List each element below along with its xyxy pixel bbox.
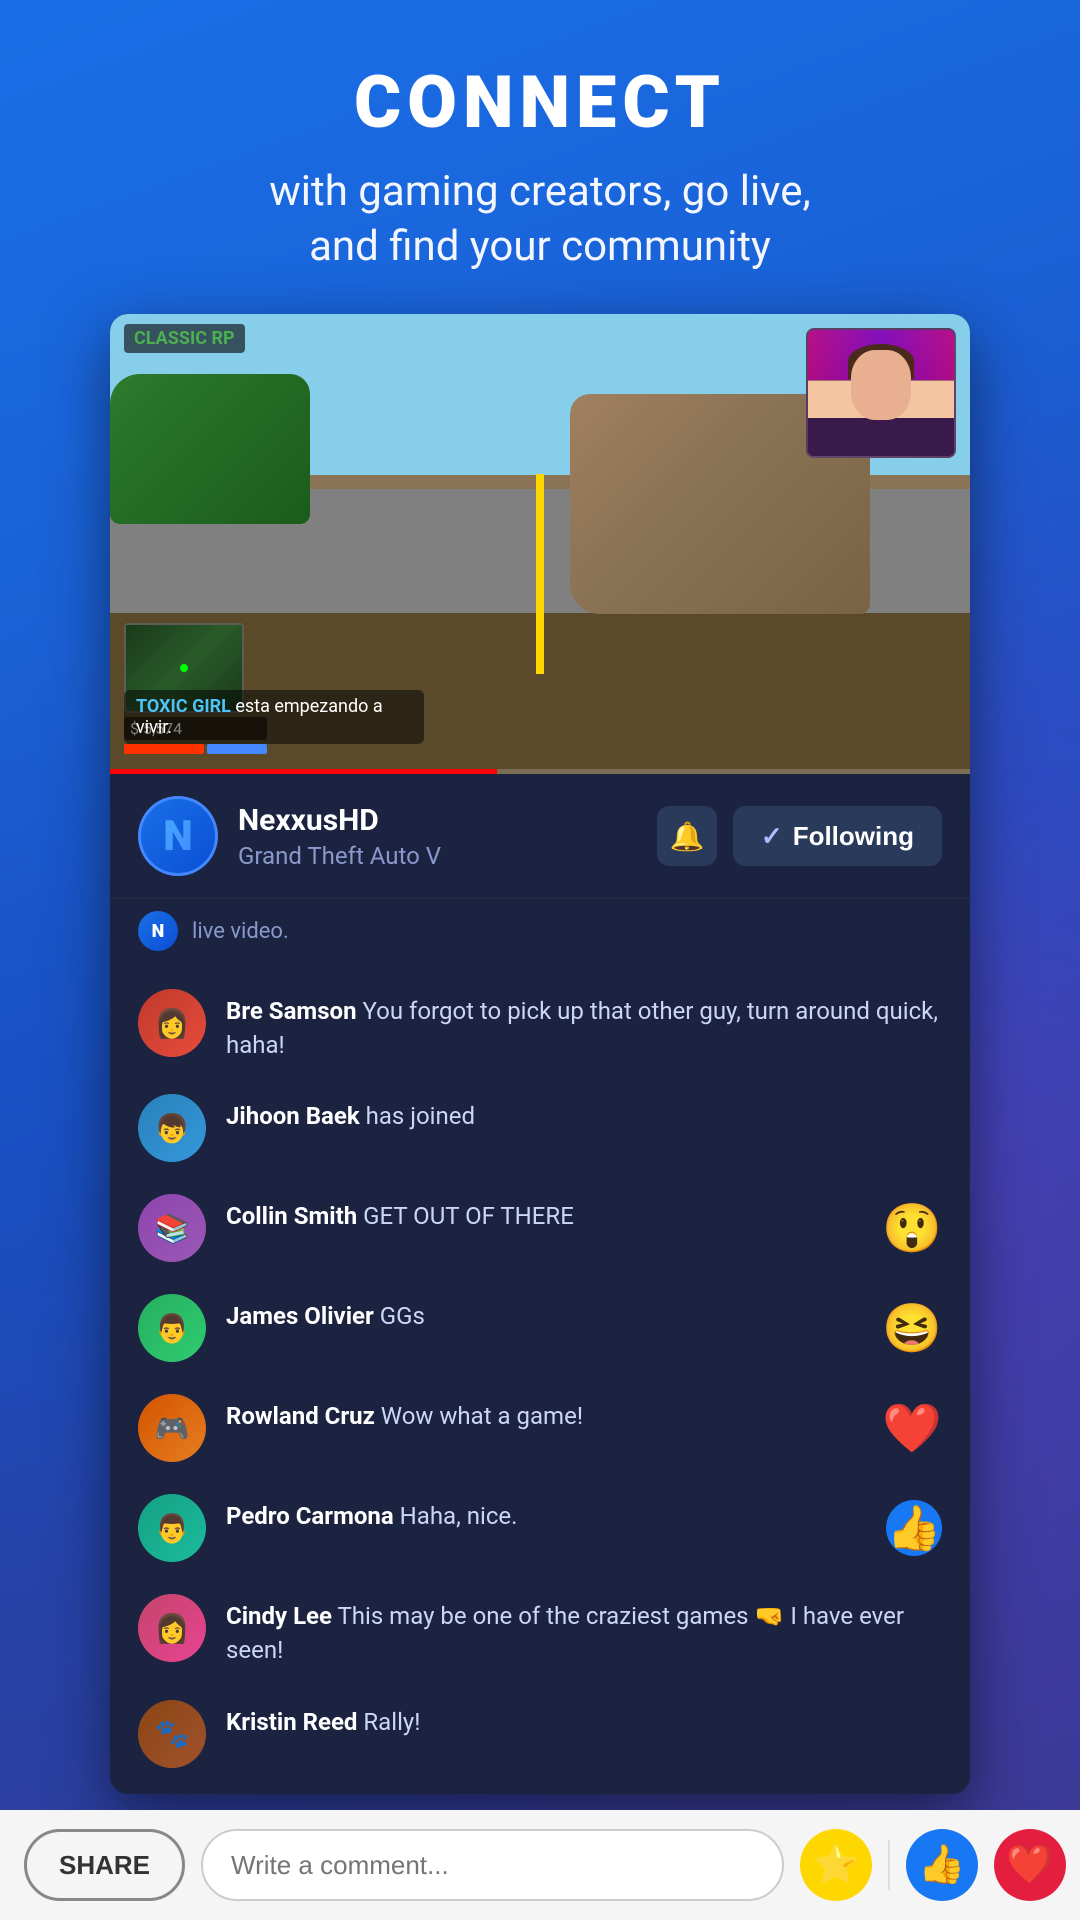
comment-author: Jihoon Baek	[226, 1102, 360, 1130]
comment-text: Kristin Reed Rally!	[226, 1700, 942, 1740]
following-label: Following	[793, 821, 914, 852]
main-card: CLASSIC RP $ 5,574 TOXIC GIRL esta empez…	[110, 314, 970, 1793]
comment-body: has joined	[366, 1102, 475, 1130]
vegetation	[110, 374, 310, 524]
video-container[interactable]: CLASSIC RP $ 5,574 TOXIC GIRL esta empez…	[110, 314, 970, 774]
page-title: CONNECT	[269, 60, 811, 145]
comment-avatar: 👦	[138, 1094, 206, 1162]
comment-avatar: 👨	[138, 1294, 206, 1362]
comment-body: GET OUT OF THERE	[363, 1202, 574, 1230]
comment-avatar: 📚	[138, 1194, 206, 1262]
health-bars	[124, 744, 267, 754]
following-button[interactable]: ✓ Following	[733, 806, 942, 866]
comment-emoji: 👍	[886, 1500, 942, 1556]
star-icon: ⭐	[812, 1843, 859, 1887]
like-icon: 👍	[918, 1843, 965, 1887]
list-item: 👩 Cindy Lee This may be one of the crazi…	[110, 1578, 970, 1683]
comment-author: James Olivier	[226, 1302, 374, 1330]
star-reaction-button[interactable]: ⭐	[800, 1829, 872, 1901]
live-notice: N live video.	[110, 898, 970, 963]
reaction-divider	[888, 1840, 890, 1890]
comment-author: Bre Samson	[226, 997, 357, 1025]
chat-overlay-name: TOXIC GIRL	[136, 696, 231, 717]
comment-author: Pedro Carmona	[226, 1502, 394, 1530]
comment-input[interactable]	[201, 1829, 784, 1901]
bottom-bar: SHARE ⭐ 👍 ❤️	[0, 1810, 1080, 1920]
notification-bell-button[interactable]: 🔔	[657, 806, 717, 866]
list-item: 👨 Pedro Carmona Haha, nice. 👍	[110, 1478, 970, 1578]
comment-text: Cindy Lee This may be one of the crazies…	[226, 1594, 942, 1667]
health-bar	[124, 744, 204, 754]
streamer-avatar: N	[138, 796, 218, 876]
comment-avatar: 👩	[138, 1594, 206, 1662]
comment-body: GGs	[380, 1302, 425, 1330]
comment-emoji: 😆	[882, 1300, 942, 1357]
comment-body: Wow what a game!	[381, 1402, 583, 1430]
list-item: 🐾 Kristin Reed Rally!	[110, 1684, 970, 1784]
streamer-text: NexxusHD Grand Theft Auto V	[238, 803, 637, 870]
comments-section: 👩 Bre Samson You forgot to pick up that …	[110, 963, 970, 1793]
love-reaction-button[interactable]: ❤️	[994, 1829, 1066, 1901]
chat-overlay: TOXIC GIRL esta empezando a vivir.	[124, 690, 424, 744]
list-item: 👨 James Olivier GGs 😆	[110, 1278, 970, 1378]
hud-tag: CLASSIC RP	[124, 324, 245, 353]
streamer-avatar-letter: N	[163, 812, 193, 861]
list-item: 🎮 Rowland Cruz Wow what a game! ❤️	[110, 1378, 970, 1478]
person-face	[851, 350, 911, 420]
page-subtitle: with gaming creators, go live,and find y…	[269, 165, 811, 274]
streamer-name: NexxusHD	[238, 803, 637, 838]
webcam-overlay	[806, 328, 956, 458]
comment-text: Collin Smith GET OUT OF THERE	[226, 1194, 942, 1234]
bell-icon: 🔔	[669, 820, 704, 853]
comment-avatar: 🎮	[138, 1394, 206, 1462]
video-progress-fill	[110, 769, 497, 774]
list-item: 📚 Collin Smith GET OUT OF THERE 😲	[110, 1178, 970, 1278]
webcam-person	[808, 330, 954, 456]
comment-emoji: ❤️	[882, 1400, 942, 1457]
like-reaction-button[interactable]: 👍	[906, 1829, 978, 1901]
comment-author: Collin Smith	[226, 1202, 357, 1230]
header-section: CONNECT with gaming creators, go live,an…	[269, 0, 811, 274]
share-button[interactable]: SHARE	[24, 1829, 185, 1901]
page-wrapper: CONNECT with gaming creators, go live,an…	[0, 0, 1080, 1920]
comment-text: Bre Samson You forgot to pick up that ot…	[226, 989, 942, 1062]
live-notice-text: live video.	[192, 919, 289, 944]
comment-text: Pedro Carmona Haha, nice.	[226, 1494, 942, 1534]
comment-body: Haha, nice.	[400, 1502, 518, 1530]
comment-avatar: 👨	[138, 1494, 206, 1562]
comment-text: Jihoon Baek has joined	[226, 1094, 942, 1134]
live-avatar-small: N	[138, 911, 178, 951]
video-progress-bar	[110, 769, 970, 774]
armor-bar	[207, 744, 267, 754]
comment-emoji: 😲	[882, 1200, 942, 1257]
comment-text: James Olivier GGs	[226, 1294, 942, 1334]
comment-text: Rowland Cruz Wow what a game!	[226, 1394, 942, 1434]
comment-author: Cindy Lee	[226, 1602, 332, 1630]
comment-author: Rowland Cruz	[226, 1402, 375, 1430]
love-icon: ❤️	[1006, 1843, 1053, 1887]
comment-author: Kristin Reed	[226, 1708, 357, 1736]
comment-body: Rally!	[363, 1708, 420, 1736]
list-item: 👦 Jihoon Baek has joined	[110, 1078, 970, 1178]
comment-avatar: 👩	[138, 989, 206, 1057]
comment-avatar: 🐾	[138, 1700, 206, 1768]
streamer-game: Grand Theft Auto V	[238, 842, 637, 870]
streamer-info: N NexxusHD Grand Theft Auto V 🔔 ✓ Follow…	[110, 774, 970, 898]
following-checkmark: ✓	[761, 821, 783, 852]
streamer-actions: 🔔 ✓ Following	[657, 806, 942, 866]
list-item: 👩 Bre Samson You forgot to pick up that …	[110, 973, 970, 1078]
